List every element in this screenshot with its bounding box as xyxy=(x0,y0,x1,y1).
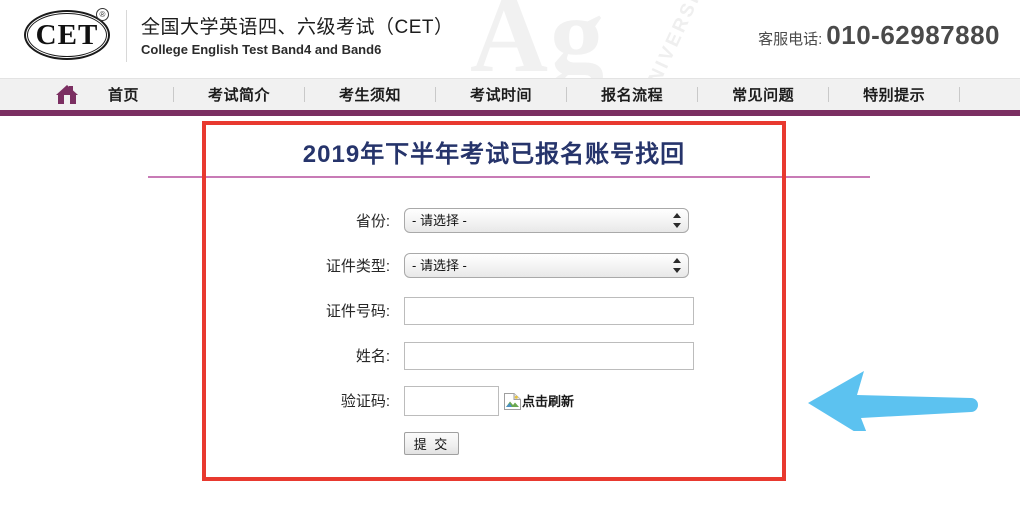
submit-row: 提 交 xyxy=(202,423,786,463)
form-row-province: 省份: - 请选择 - xyxy=(202,198,786,243)
nav-separator xyxy=(697,87,699,102)
site-title-chinese: 全国大学英语四、六级考试（CET） xyxy=(141,17,454,38)
form-row-captcha: 验证码: 点击刷新 xyxy=(202,378,786,423)
nav-separator xyxy=(304,87,306,102)
site-title-english: College English Test Band4 and Band6 xyxy=(141,42,382,57)
province-select-wrap: - 请选择 - xyxy=(404,208,689,233)
annotation-arrow-left-icon xyxy=(808,369,980,441)
broken-image-icon xyxy=(504,392,521,410)
province-control: - 请选择 - xyxy=(404,208,689,233)
nav-separator xyxy=(435,87,437,102)
form-row-name: 姓名: xyxy=(202,333,786,378)
nav-item-faq[interactable]: 常见问题 xyxy=(732,84,794,105)
name-input[interactable] xyxy=(404,341,694,370)
nav-separator xyxy=(566,87,568,102)
nav-item-registration-process[interactable]: 报名流程 xyxy=(601,84,663,105)
id-number-label: 证件号码: xyxy=(325,303,390,320)
captcha-refresh-link[interactable]: 点击刷新 xyxy=(504,392,575,410)
province-select[interactable]: - 请选择 - xyxy=(404,208,689,233)
nav-item-home[interactable]: 首页 xyxy=(108,84,139,105)
captcha-label: 验证码: xyxy=(340,393,390,410)
id-number-control xyxy=(404,296,694,325)
registered-mark-icon: ® xyxy=(96,8,109,21)
id-type-select[interactable]: - 请选择 - xyxy=(404,253,689,278)
nav-separator xyxy=(828,87,830,102)
form-row-id-type: 证件类型: - 请选择 - xyxy=(202,243,786,288)
id-type-control: - 请选择 - xyxy=(404,253,689,278)
main-navigation: 首页 考试简介 考生须知 考试时间 报名流程 常见问题 特别提示 xyxy=(0,79,1020,116)
form-region: 2019年下半年考试已报名账号找回 省份: - 请选择 - 证件类型: - 请选… xyxy=(0,116,1020,505)
captcha-input[interactable] xyxy=(404,385,499,416)
home-icon-body-right xyxy=(70,94,76,104)
service-phone: 客服电话: 010-62987880 xyxy=(758,20,1000,51)
home-icon[interactable] xyxy=(56,85,78,104)
service-phone-label: 客服电话: xyxy=(758,31,823,48)
captcha-refresh-label: 点击刷新 xyxy=(522,393,575,409)
name-label: 姓名: xyxy=(355,348,390,365)
nav-separator xyxy=(173,87,175,102)
home-icon-body-left xyxy=(58,94,64,104)
name-control xyxy=(404,341,694,370)
nav-item-candidate-notice[interactable]: 考生须知 xyxy=(339,84,401,105)
nav-item-special-tips[interactable]: 特别提示 xyxy=(863,84,925,105)
service-phone-number: 010-62987880 xyxy=(826,20,1000,50)
page-title: 2019年下半年考试已报名账号找回 xyxy=(302,141,686,168)
site-header: Ag NIVERSITY CET ® 全国大学英语四、六级考试（CET） Col… xyxy=(0,0,1020,79)
nav-item-exam-intro[interactable]: 考试简介 xyxy=(208,84,270,105)
id-type-select-wrap: - 请选择 - xyxy=(404,253,689,278)
watermark-text: Ag xyxy=(470,0,606,79)
brand-titles: 全国大学英语四、六级考试（CET） College English Test B… xyxy=(141,15,454,59)
id-type-label: 证件类型: xyxy=(325,258,390,275)
brand-divider xyxy=(126,10,127,62)
watermark-rotated-text: NIVERSITY xyxy=(644,0,718,79)
brand-block: CET ® 全国大学英语四、六级考试（CET） College English … xyxy=(24,8,454,64)
id-number-input[interactable] xyxy=(404,296,694,325)
form-row-id-number: 证件号码: xyxy=(202,288,786,333)
cet-logo: CET ® xyxy=(24,8,116,64)
nav-item-exam-time[interactable]: 考试时间 xyxy=(470,84,532,105)
captcha-control: 点击刷新 xyxy=(404,385,575,416)
province-label: 省份: xyxy=(355,213,390,230)
nav-separator xyxy=(959,87,961,102)
account-recovery-form: 省份: - 请选择 - 证件类型: - 请选择 - 证件号码: 姓名: 验证码:… xyxy=(202,198,786,463)
submit-button[interactable]: 提 交 xyxy=(404,431,459,455)
